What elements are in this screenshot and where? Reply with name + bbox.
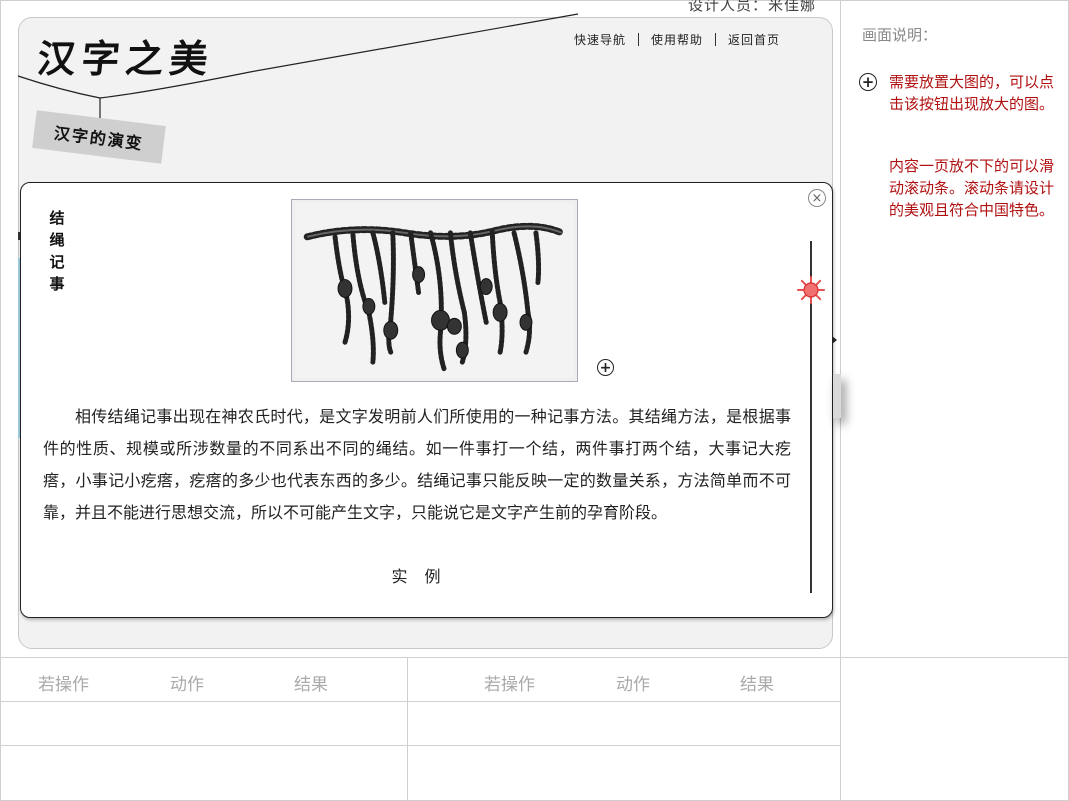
annotation-title: 画面说明： — [862, 26, 938, 44]
annotation-scroll-note: 内容一页放不下的可以滑动滚动条。滚动条请设计的美观且符合中国特色。 — [889, 157, 1055, 219]
nav-quick-navigation[interactable]: 快速导航 — [572, 31, 628, 48]
table-header-condition: 若操作 — [484, 675, 535, 695]
body-text: 相传结绳记事出现在神农氏时代，是文字发明前人们所使用的一种记事方法。其结绳方法，… — [43, 407, 791, 522]
knot-record-image — [291, 199, 578, 382]
table-header-action: 动作 — [170, 675, 204, 695]
popup-heading: 结绳记事 — [49, 209, 65, 293]
table-row-line — [0, 701, 840, 702]
side-arrow-icon[interactable] — [832, 336, 837, 344]
table-column-divider — [407, 657, 408, 801]
content-popup: × 结绳记事 + 相传结绳记事出现在神农氏时代，是文字发明前人们所使用的一种记事… — [20, 182, 833, 618]
example-link[interactable]: 实 例 — [21, 563, 817, 587]
table-right-line — [840, 657, 1069, 658]
close-icon[interactable]: × — [808, 189, 826, 207]
table-header-condition: 若操作 — [38, 675, 89, 695]
nav-separator — [715, 33, 717, 46]
app-title: 汉字之美 — [35, 37, 216, 81]
sun-icon[interactable] — [797, 276, 825, 304]
designer-label: 设计人员：米佳娜 — [688, 0, 817, 14]
table-row-line — [0, 745, 840, 746]
knotted-cord-illustration — [295, 203, 574, 378]
nav-separator — [638, 33, 640, 46]
nav-help[interactable]: 使用帮助 — [649, 31, 705, 48]
nav-home[interactable]: 返回首页 — [726, 31, 782, 48]
table-header-action: 动作 — [616, 675, 650, 695]
zoom-in-icon: + — [859, 73, 877, 91]
table-header-result: 结果 — [294, 675, 328, 695]
table-header-result: 结果 — [740, 675, 774, 695]
top-navigation: 快速导航 使用帮助 返回首页 — [572, 31, 782, 48]
side-tab[interactable] — [833, 374, 841, 418]
interaction-table — [0, 657, 840, 801]
annotation-zoom-note: 需要放置大图的，可以点击该按钮出现放大的图。 — [889, 73, 1055, 113]
zoom-in-icon[interactable]: + — [597, 359, 614, 376]
